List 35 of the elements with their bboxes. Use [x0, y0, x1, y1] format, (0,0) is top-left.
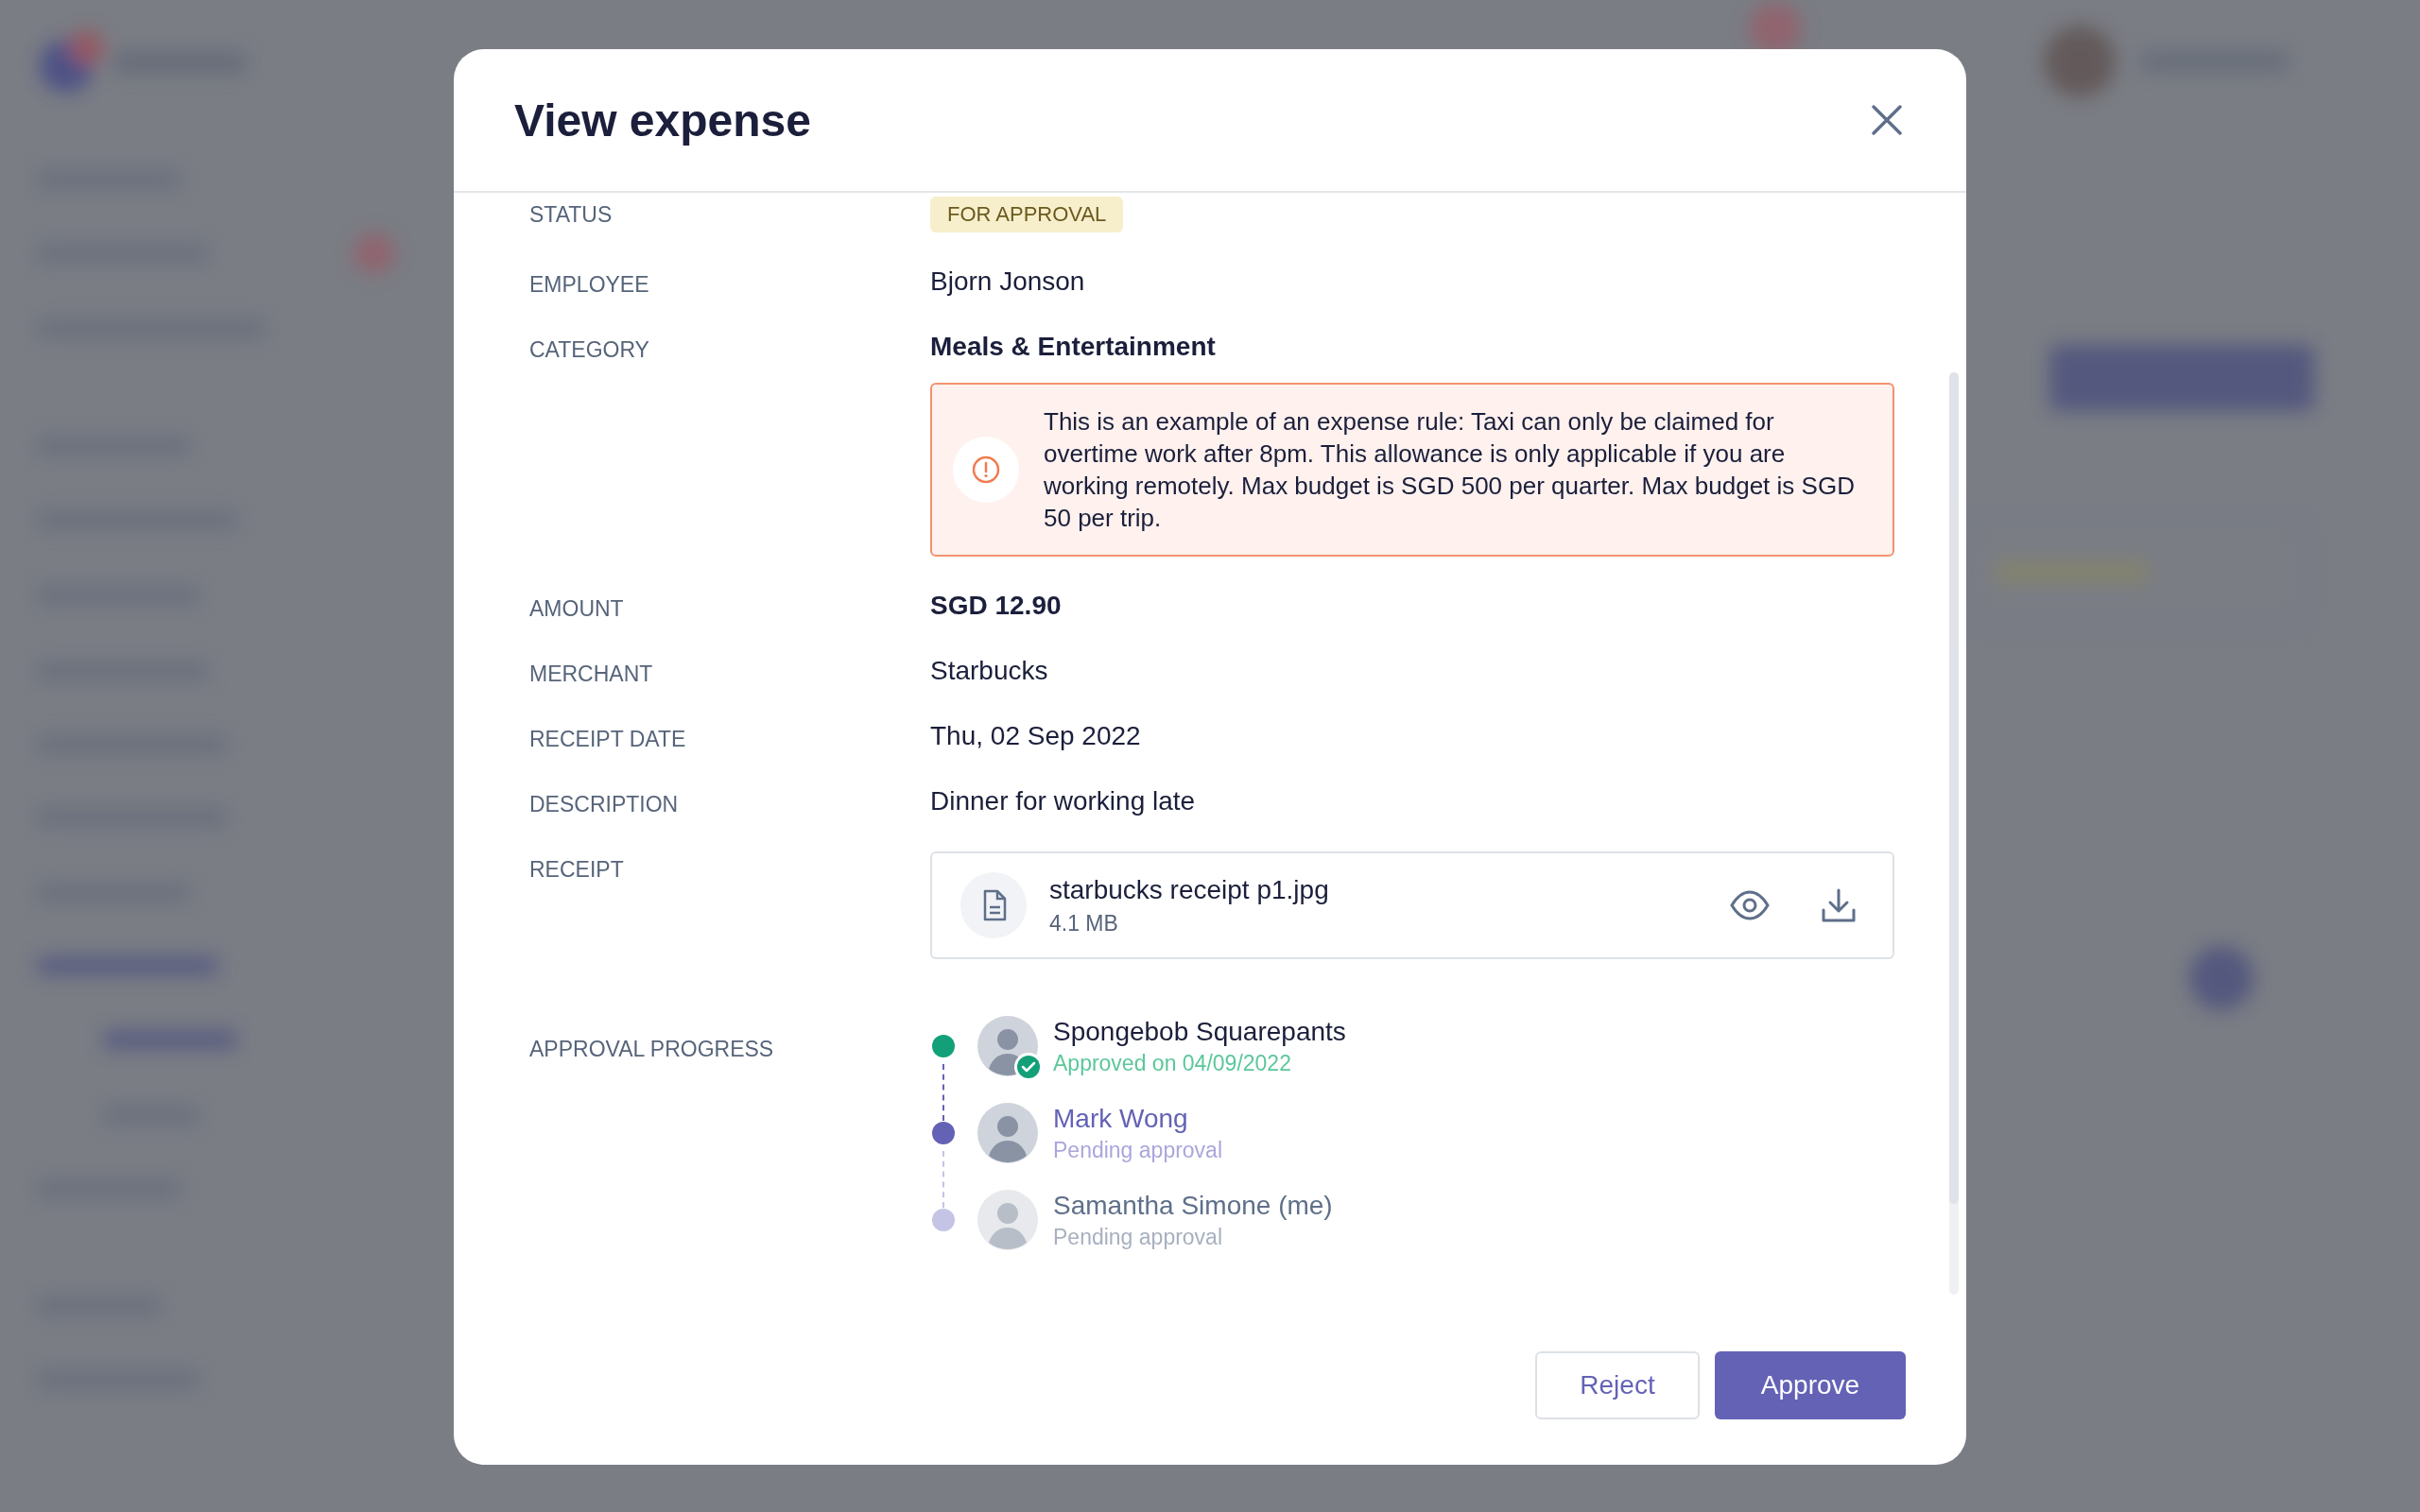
field-label: DESCRIPTION: [529, 791, 680, 817]
approval-status: Approved on 04/09/2022: [1053, 1050, 1292, 1076]
connector-line: [942, 1064, 944, 1121]
field-label: EMPLOYEE: [529, 271, 650, 298]
field-value: Meals & Entertainment: [930, 332, 1216, 362]
approver-name: Mark Wong: [1053, 1103, 1189, 1134]
document-icon: [960, 872, 1027, 938]
field-label: STATUS: [529, 201, 614, 229]
field-value: Dinner for working late: [930, 786, 1196, 816]
field-value: SGD 12.90: [930, 591, 1062, 621]
field-value: Starbucks: [930, 656, 1048, 686]
field-value: Thu, 02 Sep 2022: [930, 721, 1141, 751]
approval-status: Pending approval: [1053, 1137, 1223, 1163]
approver-name: Samantha Simone (me): [1053, 1190, 1333, 1221]
approve-button[interactable]: Approve: [1715, 1351, 1906, 1419]
field-label: MERCHANT: [529, 661, 654, 687]
warning-icon: [971, 455, 1001, 485]
connector-line: [942, 1151, 944, 1208]
field-value: Bjorn Jonson: [930, 266, 1085, 297]
field-label: AMOUNT: [529, 595, 625, 622]
field-label: RECEIPT DATE: [529, 726, 687, 752]
scrollbar[interactable]: [1949, 372, 1959, 1295]
avatar: [977, 1190, 1038, 1250]
status-badge: FOR APPROVAL: [930, 197, 1124, 232]
dialog-title: View expense: [514, 94, 811, 146]
approval-status: Pending approval: [1053, 1224, 1224, 1250]
reject-button[interactable]: Reject: [1535, 1351, 1700, 1419]
field-label: CATEGORY: [529, 336, 650, 364]
avatar: [977, 1103, 1038, 1163]
approver-name: Spongebob Squarepants: [1053, 1016, 1346, 1047]
field-label: RECEIPT: [529, 856, 625, 884]
file-name: starbucks receipt p1.jpg: [1049, 874, 1330, 905]
file-size: 4.1 MB: [1049, 910, 1119, 936]
field-label: APPROVAL PROGRESS: [529, 1036, 775, 1063]
alert-message: This is an example of an expense rule: Taxi can only be claimed for overtime work after 8pm. This allowance is only applicable if you are working remotely. Max budget is SGD 500 per quarter. Max budget is SGD 50 per trip.: [1044, 406, 1855, 534]
